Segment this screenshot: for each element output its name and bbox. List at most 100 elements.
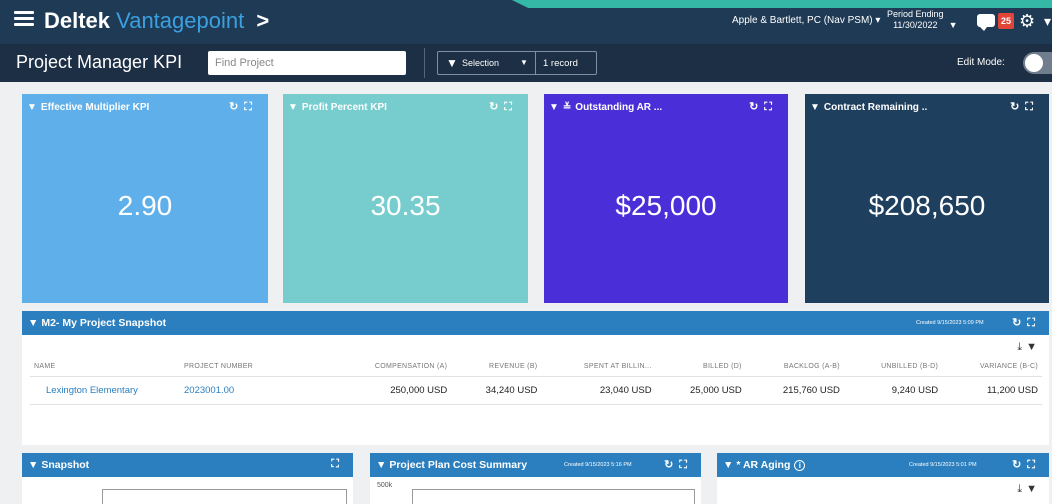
panel-created-timestamp: Created 9/15/2023 5:16 PM — [564, 462, 632, 468]
drilldown-icon[interactable]: ≚ — [563, 102, 571, 113]
edit-mode-toggle[interactable] — [1023, 52, 1052, 74]
panel-header: ▼ M2- My Project Snapshot Created 9/15/2… — [22, 311, 1049, 335]
refresh-icon[interactable]: ↻ — [1012, 459, 1027, 471]
kpi-title-text: Profit Percent KPI — [301, 102, 387, 113]
toolbar-divider — [424, 48, 425, 78]
refresh-icon[interactable]: ↻ — [1010, 101, 1025, 113]
refresh-icon[interactable]: ↻ — [749, 101, 764, 113]
column-header-spent-at-billing[interactable]: SPENT AT BILLIN... — [541, 357, 656, 377]
cell-spent-at-billing: 23,040 USD — [541, 376, 656, 405]
panel-title-text: Project Plan Cost Summary — [389, 459, 528, 471]
header-accent-stripe — [512, 0, 1052, 8]
filter-icon[interactable]: ▼ — [723, 459, 733, 471]
expand-icon[interactable]: ⛶ — [764, 101, 778, 113]
selection-filter[interactable]: ▼ Selection ▼ 1 record — [437, 51, 597, 75]
kpi-card-header: ▼ Contract Remaining .. ↻⛶ — [805, 94, 1049, 120]
company-selector[interactable]: Apple & Bartlett, PC (Nav PSM) ▾ — [732, 15, 880, 26]
filter-icon[interactable]: ▼ — [1026, 483, 1041, 495]
refresh-icon[interactable]: ↻ — [229, 101, 244, 113]
table-header-row: NAME PROJECT NUMBER COMPENSATION (A) REV… — [30, 357, 1042, 377]
cell-compensation: 250,000 USD — [330, 376, 452, 405]
top-bar: Deltek Vantagepoint > Apple & Bartlett, … — [0, 0, 1052, 44]
chevron-down-icon[interactable]: ▼ — [520, 58, 528, 67]
project-number-link[interactable]: 2023001.00 — [180, 376, 330, 405]
filter-icon[interactable]: ▼ — [1026, 341, 1041, 353]
filter-icon[interactable]: ▼ — [376, 459, 386, 471]
expand-icon[interactable]: ⛶ — [244, 101, 258, 113]
refresh-icon[interactable]: ↻ — [664, 459, 679, 471]
notification-badge[interactable]: 25 — [998, 13, 1014, 29]
period-selector[interactable]: Period Ending 11/30/2022 ▼ — [887, 9, 958, 31]
panel-tools: ⤓▼ — [1017, 483, 1041, 496]
expand-icon[interactable]: ⛶ — [1027, 459, 1041, 471]
filter-icon: ▼ — [446, 56, 458, 70]
panel-title: ▼ M2- My Project Snapshot — [28, 317, 166, 329]
find-project-input[interactable] — [208, 51, 406, 75]
kpi-card-effective-multiplier[interactable]: ▼ Effective Multiplier KPI ↻⛶ 2.90 — [22, 94, 268, 303]
column-header-name[interactable]: NAME — [30, 357, 180, 377]
cell-revenue: 34,240 USD — [451, 376, 542, 405]
expand-icon[interactable]: ⛶ — [1025, 101, 1039, 113]
kpi-card-actions: ↻⛶ — [229, 100, 258, 114]
more-menu-icon[interactable]: ▾ — [1044, 14, 1052, 28]
edit-mode-label: Edit Mode: — [957, 57, 1005, 68]
panel-actions: ↻⛶ — [1012, 458, 1041, 472]
panel-header: ▼ * AR Aging i Created 9/15/2023 5:01 PM … — [717, 453, 1049, 477]
snapshot-panel: ▼ Snapshot ⛶ — [22, 453, 353, 504]
ar-aging-panel: ▼ * AR Aging i Created 9/15/2023 5:01 PM … — [717, 453, 1049, 504]
filter-icon[interactable]: ▼ — [810, 102, 820, 113]
column-header-unbilled[interactable]: UNBILLED (B-D) — [843, 357, 943, 377]
kpi-value: 30.35 — [370, 190, 441, 221]
filter-icon[interactable]: ▼ — [28, 317, 38, 329]
kpi-card-actions: ↻⛶ — [749, 100, 778, 114]
export-icon[interactable]: ⤓ — [1017, 341, 1026, 353]
page-toolbar: Project Manager KPI ▼ Selection ▼ 1 reco… — [0, 44, 1052, 82]
kpi-card-header: ▼ Profit Percent KPI ↻⛶ — [283, 94, 528, 120]
kpi-card-title: ▼ ≚ Outstanding AR ... — [549, 102, 662, 113]
expand-icon[interactable]: ⛶ — [679, 459, 693, 471]
project-name-link[interactable]: Lexington Elementary — [30, 376, 180, 405]
kpi-title-text: Outstanding AR ... — [575, 102, 663, 113]
app-brand[interactable]: Deltek Vantagepoint > — [44, 8, 269, 34]
cell-variance: 11,200 USD — [942, 376, 1042, 405]
gear-icon[interactable]: ⚙ — [1019, 11, 1035, 31]
filter-icon[interactable]: ▼ — [28, 459, 38, 471]
expand-icon[interactable]: ⛶ — [504, 101, 518, 113]
kpi-card-contract-remaining[interactable]: ▼ Contract Remaining .. ↻⛶ $208,650 — [805, 94, 1049, 303]
kpi-card-profit-percent[interactable]: ▼ Profit Percent KPI ↻⛶ 30.35 — [283, 94, 528, 303]
kpi-card-header: ▼ Effective Multiplier KPI ↻⛶ — [22, 94, 268, 120]
panel-created-timestamp: Created 9/15/2023 5:01 PM — [909, 462, 977, 468]
filter-icon[interactable]: ▼ — [27, 102, 37, 113]
record-count: 1 record — [543, 58, 578, 69]
column-header-revenue[interactable]: REVENUE (B) — [451, 357, 542, 377]
period-value: 11/30/2022 — [893, 20, 938, 30]
y-axis-tick: 500k — [377, 482, 393, 489]
panel-actions: ⛶ — [331, 458, 345, 471]
kpi-title-text: Contract Remaining .. — [823, 102, 928, 113]
filter-icon[interactable]: ▼ — [549, 102, 559, 113]
column-header-compensation[interactable]: COMPENSATION (A) — [330, 357, 452, 377]
panel-title-text: Snapshot — [41, 459, 90, 471]
info-icon[interactable]: i — [794, 460, 806, 471]
brand-name: Deltek — [44, 8, 111, 33]
column-header-variance[interactable]: VARIANCE (B-C) — [942, 357, 1042, 377]
refresh-icon[interactable]: ↻ — [1012, 317, 1027, 329]
brand-chevron-icon: > — [256, 8, 270, 33]
panel-title-text: * AR Aging — [736, 459, 791, 471]
kpi-card-outstanding-ar[interactable]: ▼ ≚ Outstanding AR ... ↻⛶ $25,000 — [544, 94, 788, 303]
export-icon[interactable]: ⤓ — [1017, 483, 1026, 495]
column-header-project-number[interactable]: PROJECT NUMBER — [180, 357, 330, 377]
table-row[interactable]: Lexington Elementary 2023001.00 250,000 … — [30, 376, 1042, 405]
cell-billed: 25,000 USD — [655, 376, 746, 405]
filter-icon[interactable]: ▼ — [288, 102, 298, 113]
refresh-icon[interactable]: ↻ — [489, 101, 504, 113]
expand-icon[interactable]: ⛶ — [1027, 317, 1041, 329]
expand-icon[interactable]: ⛶ — [331, 458, 345, 470]
kpi-card-actions: ↻⛶ — [489, 100, 518, 114]
kpi-card-title: ▼ Contract Remaining .. — [810, 102, 927, 113]
chat-icon[interactable] — [977, 14, 995, 31]
hamburger-icon[interactable] — [14, 11, 34, 27]
cell-backlog: 215,760 USD — [745, 376, 844, 405]
column-header-backlog[interactable]: BACKLOG (A-B) — [745, 357, 844, 377]
column-header-billed[interactable]: BILLED (D) — [655, 357, 746, 377]
